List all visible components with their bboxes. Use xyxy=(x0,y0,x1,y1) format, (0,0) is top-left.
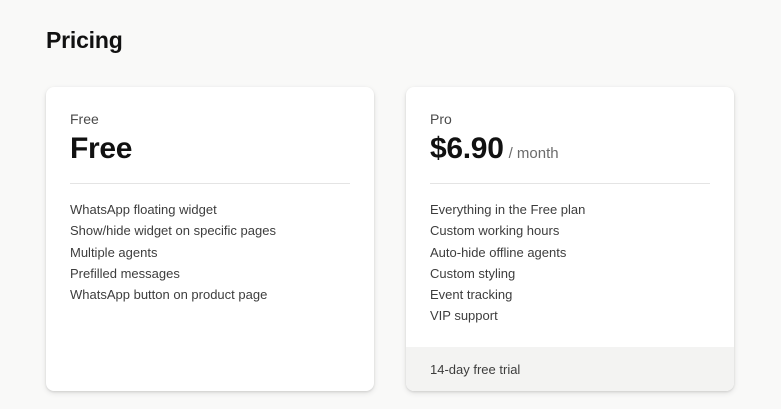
divider xyxy=(430,183,710,184)
feature-item: Multiple agents xyxy=(70,244,158,260)
feature-item: Auto-hide offline agents xyxy=(430,244,567,260)
plan-footer: 14-day free trial xyxy=(406,347,734,391)
feature-item: Custom working hours xyxy=(430,223,560,239)
plan-price-row: Free xyxy=(70,129,350,169)
feature-item: VIP support xyxy=(430,308,498,324)
plan-price-row: $6.90 / month xyxy=(430,129,710,169)
plan-name: Pro xyxy=(430,111,452,127)
plan-price: $6.90 xyxy=(430,132,504,165)
feature-list: Everything in the Free plan Custom worki… xyxy=(430,199,710,327)
plan-card-pro: Pro $6.90 / month Everything in the Free… xyxy=(406,87,734,391)
page-title: Pricing xyxy=(46,27,123,53)
plan-price: Free xyxy=(70,132,133,165)
plan-card-free: Free Free WhatsApp floating widget Show/… xyxy=(46,87,374,391)
feature-item: Custom styling xyxy=(430,265,516,281)
feature-item: WhatsApp button on product page xyxy=(70,287,268,303)
feature-item: Everything in the Free plan xyxy=(430,202,586,217)
trial-text: 14-day free trial xyxy=(430,361,521,377)
feature-item: Event tracking xyxy=(430,287,513,303)
divider xyxy=(70,183,350,184)
feature-item: WhatsApp floating widget xyxy=(70,202,217,217)
plan-period: / month xyxy=(508,145,559,162)
feature-item: Show/hide widget on specific pages xyxy=(70,223,276,239)
feature-list: WhatsApp floating widget Show/hide widge… xyxy=(70,199,350,305)
feature-item: Prefilled messages xyxy=(70,265,180,281)
plan-name: Free xyxy=(70,111,99,127)
